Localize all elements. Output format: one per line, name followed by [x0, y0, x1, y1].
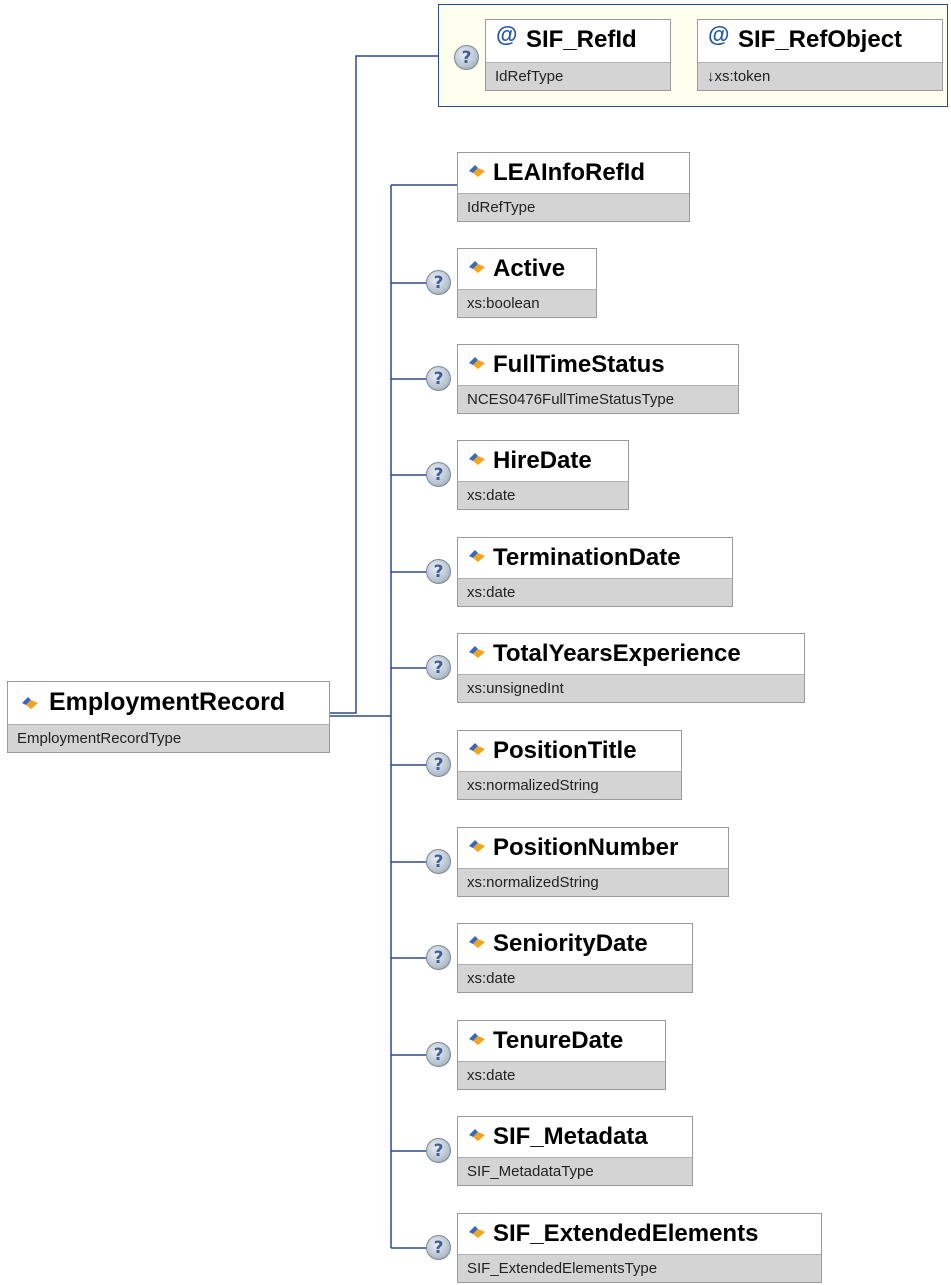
element-name: PositionNumber: [493, 834, 679, 861]
element-leainforefid[interactable]: LEAInfoRefId IdRefType: [457, 152, 690, 222]
attribute-type: IdRefType: [486, 62, 670, 90]
root-element-node[interactable]: EmploymentRecord EmploymentRecordType: [7, 681, 330, 753]
element-name: SeniorityDate: [493, 930, 648, 957]
optional-question-icon: ?: [454, 45, 479, 70]
attribute-group: ? @ SIF_RefId IdRefType @ SIF_RefObject …: [438, 4, 948, 107]
element-type: xs:date: [458, 481, 628, 509]
element-totalyearsexperience[interactable]: TotalYearsExperience xs:unsignedInt: [457, 633, 805, 703]
element-senioritydate[interactable]: SeniorityDate xs:date: [457, 923, 693, 993]
element-type: IdRefType: [458, 193, 689, 221]
element-name: FullTimeStatus: [493, 351, 665, 378]
element-name: TotalYearsExperience: [493, 640, 741, 667]
root-element-name: EmploymentRecord: [49, 688, 286, 716]
attribute-type: ↓xs:token: [698, 62, 942, 90]
element-name: PositionTitle: [493, 737, 637, 764]
element-name: LEAInfoRefId: [493, 159, 645, 186]
element-name: TerminationDate: [493, 544, 681, 571]
optional-question-icon: ?: [426, 559, 451, 584]
element-type: SIF_ExtendedElementsType: [458, 1254, 821, 1282]
element-type: NCES0476FullTimeStatusType: [458, 385, 738, 413]
element-active[interactable]: Active xs:boolean: [457, 248, 597, 318]
element-name: Active: [493, 255, 566, 282]
element-type: xs:date: [458, 578, 732, 606]
optional-question-icon: ?: [426, 752, 451, 777]
element-fulltimestatus[interactable]: FullTimeStatus NCES0476FullTimeStatusType: [457, 344, 739, 414]
optional-question-icon: ?: [426, 1235, 451, 1260]
element-type: xs:boolean: [458, 289, 596, 317]
element-tenuredate[interactable]: TenureDate xs:date: [457, 1020, 666, 1090]
element-name: SIF_ExtendedElements: [493, 1220, 759, 1247]
element-type: SIF_MetadataType: [458, 1157, 692, 1185]
attribute-name: SIF_RefObject: [738, 26, 903, 53]
optional-question-icon: ?: [426, 945, 451, 970]
attribute-sif-refobject[interactable]: @ SIF_RefObject ↓xs:token: [697, 19, 943, 91]
optional-question-icon: ?: [426, 655, 451, 680]
element-terminationdate[interactable]: TerminationDate xs:date: [457, 537, 733, 607]
element-hiredate[interactable]: HireDate xs:date: [457, 440, 629, 510]
element-positiontitle[interactable]: PositionTitle xs:normalizedString: [457, 730, 682, 800]
element-name: SIF_Metadata: [493, 1123, 648, 1150]
optional-question-icon: ?: [426, 366, 451, 391]
element-type: xs:normalizedString: [458, 868, 728, 896]
optional-question-icon: ?: [426, 1042, 451, 1067]
element-type: xs:unsignedInt: [458, 674, 804, 702]
element-name: TenureDate: [493, 1027, 624, 1054]
optional-question-icon: ?: [426, 1138, 451, 1163]
element-positionnumber[interactable]: PositionNumber xs:normalizedString: [457, 827, 729, 897]
optional-question-icon: ?: [426, 462, 451, 487]
root-element-type: EmploymentRecordType: [8, 724, 329, 752]
attribute-sif-refid[interactable]: @ SIF_RefId IdRefType: [485, 19, 671, 91]
element-name: HireDate: [493, 447, 592, 474]
element-type: xs:date: [458, 964, 692, 992]
attribute-name: SIF_RefId: [526, 26, 637, 53]
optional-question-icon: ?: [426, 849, 451, 874]
optional-question-icon: ?: [426, 270, 451, 295]
element-type: xs:date: [458, 1061, 665, 1089]
element-sif-extendedelements[interactable]: SIF_ExtendedElements SIF_ExtendedElements…: [457, 1213, 822, 1283]
element-type: xs:normalizedString: [458, 771, 681, 799]
element-sif-metadata[interactable]: SIF_Metadata SIF_MetadataType: [457, 1116, 693, 1186]
